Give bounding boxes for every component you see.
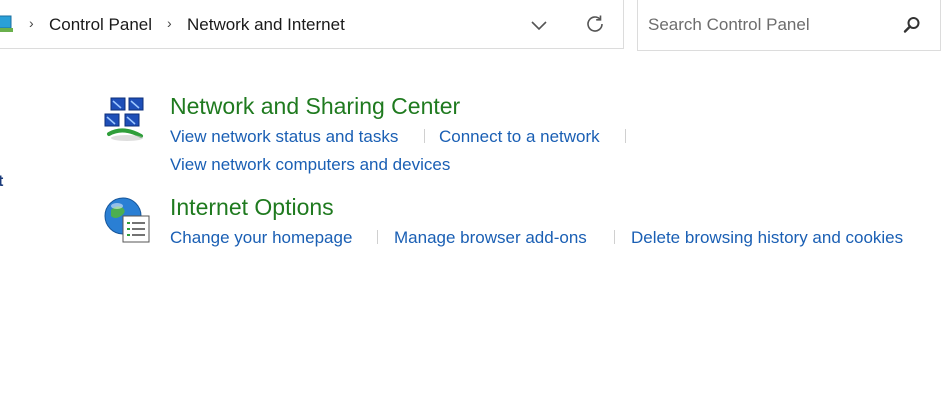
- internet-options-icon[interactable]: [103, 196, 151, 244]
- chevron-down-icon[interactable]: [527, 13, 551, 37]
- address-bar[interactable]: › Control Panel › Network and Internet: [0, 0, 624, 49]
- connect-to-network-link[interactable]: Connect to a network: [439, 127, 600, 147]
- link-divider: [377, 230, 378, 244]
- change-homepage-link[interactable]: Change your homepage: [170, 228, 352, 248]
- network-and-sharing-center-link[interactable]: Network and Sharing Center: [170, 93, 460, 120]
- control-panel-icon[interactable]: [0, 14, 17, 34]
- manage-browser-addons-link[interactable]: Manage browser add-ons: [394, 228, 587, 248]
- search-input[interactable]: [648, 12, 888, 38]
- link-divider: [625, 129, 626, 143]
- breadcrumb-network-and-internet[interactable]: Network and Internet: [187, 15, 345, 35]
- delete-browsing-history-link[interactable]: Delete browsing history and cookies: [631, 228, 903, 248]
- view-network-status-link[interactable]: View network status and tasks: [170, 127, 398, 147]
- sidebar-partial-text[interactable]: t: [0, 173, 3, 191]
- link-divider: [614, 230, 615, 244]
- internet-options-link[interactable]: Internet Options: [170, 194, 334, 221]
- refresh-icon[interactable]: [583, 12, 607, 36]
- network-icon[interactable]: [103, 96, 151, 144]
- search-icon[interactable]: [902, 15, 922, 35]
- view-network-computers-link[interactable]: View network computers and devices: [170, 155, 450, 175]
- link-divider: [424, 129, 425, 143]
- breadcrumb-chevron-icon: ›: [29, 15, 34, 31]
- breadcrumb-chevron-icon: ›: [167, 15, 172, 31]
- search-box[interactable]: [637, 0, 941, 51]
- breadcrumb-control-panel[interactable]: Control Panel: [49, 15, 152, 35]
